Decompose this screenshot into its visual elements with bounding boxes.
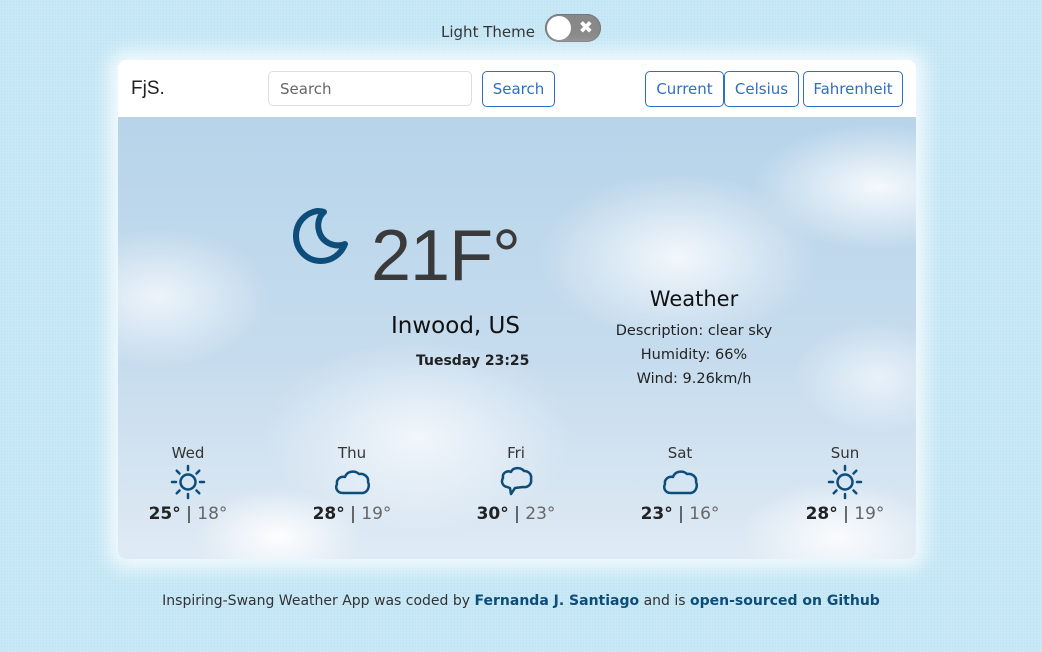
forecast-max: 23° [640,504,673,524]
toggle-knob [546,16,571,40]
forecast-item: Sun 28° | 19° [795,444,895,524]
search-button[interactable]: Search [482,71,555,107]
forecast-min: 19° [361,504,392,524]
weather-details: Weather Description: clear sky Humidity:… [594,287,794,391]
forecast-min: 19° [854,504,885,524]
footer: Inspiring-Swang Weather App was coded by… [0,593,1042,609]
weather-card: FjS. Search Current Celsius Fahrenheit 2… [118,60,916,559]
author-link[interactable]: Fernanda J. Santiago [475,593,640,609]
forecast-day: Sat [667,444,693,462]
chat-cloud-icon [500,466,533,496]
forecast-day: Sun [830,444,860,462]
close-icon: ✖ [578,18,593,38]
sun-icon [827,464,863,500]
weather-wind: Wind: 9.26km/h [636,371,752,387]
theme-label: Light Theme [441,23,535,41]
weather-hero: 21F° Inwood, US Tuesday 23:25 Weather De… [118,117,916,559]
forecast-min: 18° [197,504,228,524]
cloud-icon [335,470,371,495]
brand-logo[interactable]: FjS. [131,78,165,100]
forecast-item: Wed 25° | 18° [138,444,238,524]
theme-toggle[interactable]: ✖ [544,14,601,42]
forecast-day: Thu [337,444,367,462]
forecast-max: 28° [312,504,345,524]
forecast-day: Wed [171,444,205,462]
github-link[interactable]: open-sourced on Github [690,593,880,609]
forecast-item: Fri 30° | 23° [466,444,566,524]
weather-title: Weather [649,287,739,311]
search-input[interactable] [268,71,472,106]
sun-icon [170,464,206,500]
forecast-item: Thu 28° | 19° [302,444,402,524]
forecast-min: 23° [525,504,556,524]
footer-text-middle: and is [639,593,690,609]
current-temperature: 21F° [371,216,521,296]
forecast-min: 16° [689,504,720,524]
current-location-button[interactable]: Current [645,71,724,107]
celsius-button[interactable]: Celsius [724,71,799,107]
forecast-max: 25° [148,504,181,524]
cloud-icon [663,470,699,495]
footer-text: Inspiring-Swang Weather App was coded by [162,593,475,609]
forecast-day: Fri [507,444,525,462]
forecast-max: 30° [476,504,509,524]
theme-toggle-row: Light Theme ✖ [0,14,1042,42]
forecast-max: 28° [805,504,838,524]
moon-icon [293,208,348,264]
fahrenheit-button[interactable]: Fahrenheit [803,71,903,107]
weather-description: Description: clear sky [615,323,773,339]
forecast-item: Sat 23° | 16° [630,444,730,524]
navbar: FjS. Search Current Celsius Fahrenheit [118,60,916,117]
weather-humidity: Humidity: 66% [640,347,748,363]
